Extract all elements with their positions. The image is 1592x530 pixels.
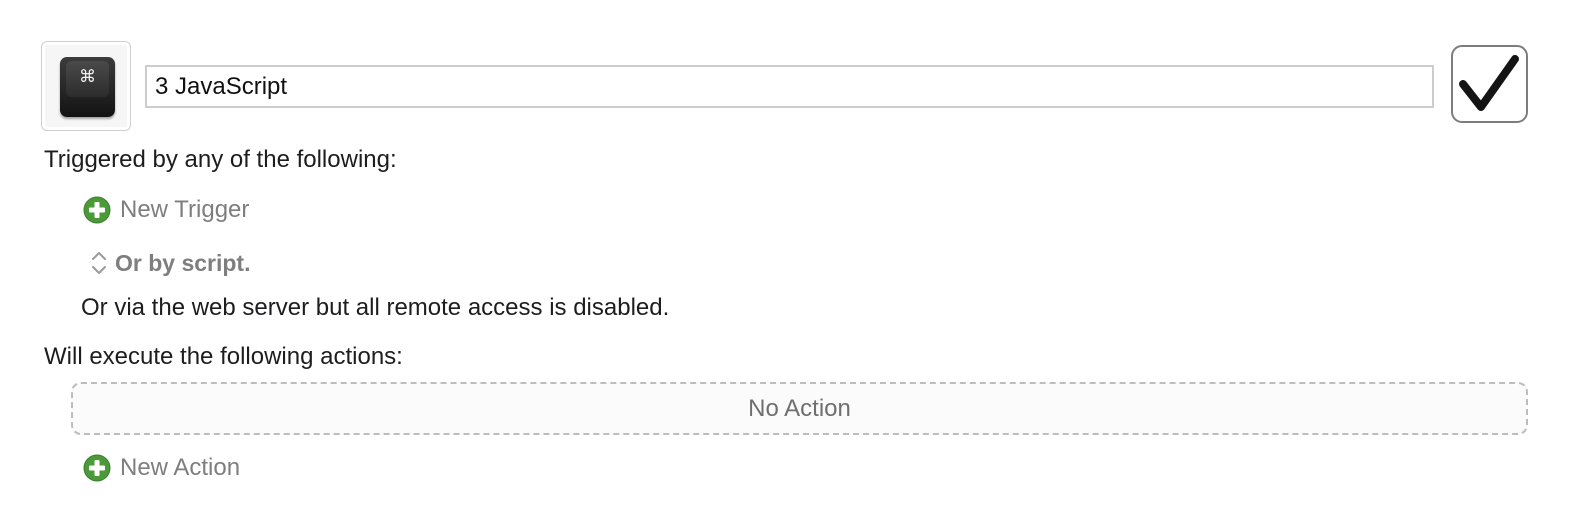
checkmark-icon	[1459, 55, 1519, 111]
command-key-icon: ⌘	[60, 57, 115, 117]
macro-enabled-checkbox[interactable]	[1451, 45, 1528, 123]
or-by-script-label: Or by script.	[115, 249, 251, 276]
new-action-label: New Action	[120, 454, 241, 481]
action-drop-zone[interactable]: No Action	[71, 382, 1528, 435]
no-action-label: No Action	[748, 394, 851, 422]
new-action-button[interactable]: New Action	[83, 453, 240, 483]
or-by-script-disclosure[interactable]: Or by script.	[89, 248, 250, 278]
command-glyph: ⌘	[79, 67, 96, 87]
macro-name-field[interactable]	[145, 65, 1434, 108]
plus-circle-icon	[83, 196, 111, 224]
web-server-note: Or via the web server but all remote acc…	[81, 294, 670, 321]
plus-circle-icon	[83, 454, 111, 482]
actions-section-heading: Will execute the following actions:	[44, 343, 403, 370]
trigger-section-heading: Triggered by any of the following:	[44, 146, 397, 173]
keycap-face: ⌘	[66, 61, 109, 97]
up-down-chevron-icon	[92, 252, 106, 274]
new-trigger-button[interactable]: New Trigger	[83, 195, 249, 225]
macro-icon-well[interactable]: ⌘	[41, 41, 131, 131]
new-trigger-label: New Trigger	[120, 196, 250, 223]
